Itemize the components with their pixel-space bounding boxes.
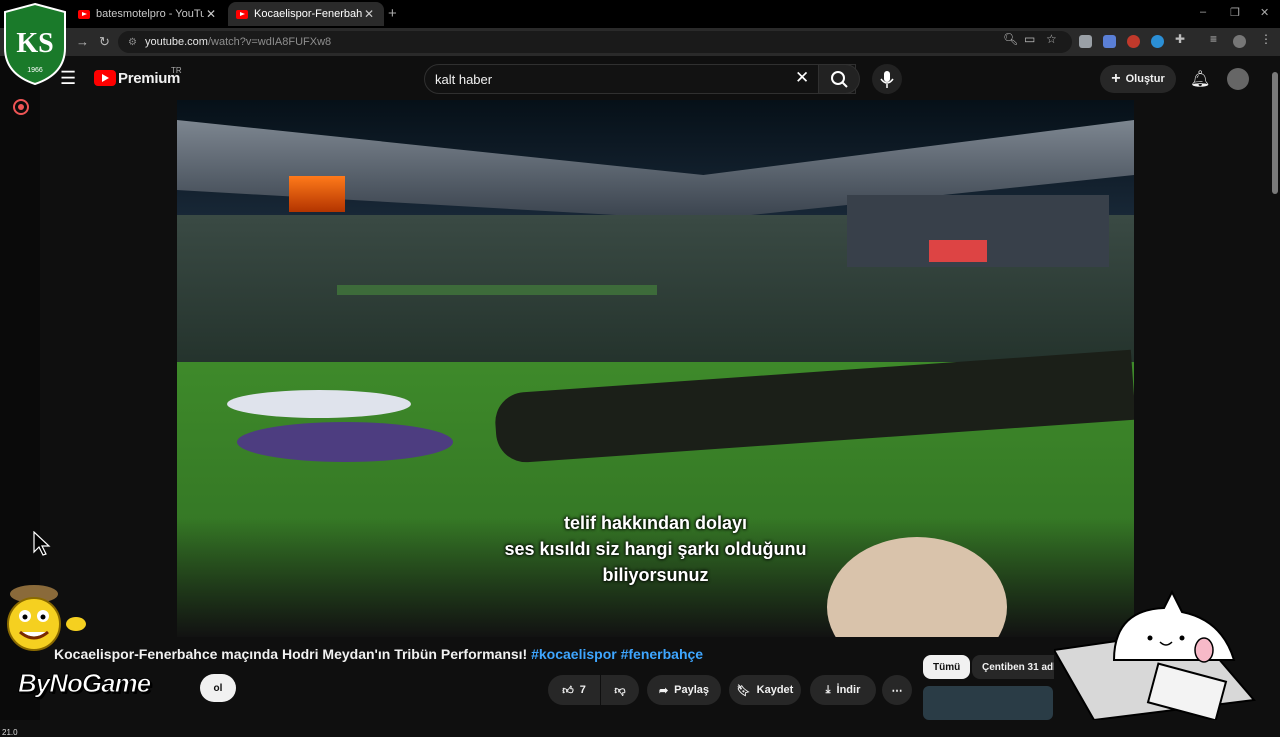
plus-icon: + — [1111, 70, 1121, 87]
hashtag-link[interactable]: #fenerbahçe — [621, 646, 703, 662]
forward-icon[interactable]: → — [76, 34, 89, 49]
video-frame-screen-flag — [289, 176, 345, 212]
microphone-icon — [880, 71, 894, 88]
recommended-video-thumbnail[interactable] — [923, 686, 1053, 720]
puzzle-extensions-icon[interactable]: ✚ — [1175, 32, 1185, 46]
tab-batesmotelpro[interactable]: batesmotelpro - YouTube ✕ — [70, 2, 226, 26]
rail-number: 21.0 — [2, 728, 18, 737]
download-label: İndir — [836, 684, 861, 696]
profile-avatar-icon[interactable] — [1233, 35, 1246, 48]
extension-icon[interactable] — [1103, 35, 1116, 48]
video-title-text: Kocaelispor-Fenerbahce maçında Hodri Mey… — [54, 646, 528, 662]
subtitle-line: biliyorsunuz — [602, 565, 709, 585]
thumbs-down-icon: 👎︎ — [614, 684, 626, 697]
download-icon: ⤓ — [825, 683, 831, 696]
reload-icon[interactable]: ↻ — [99, 34, 110, 50]
cast-icon[interactable]: ▭ — [1024, 32, 1035, 46]
scrollbar-thumb[interactable] — [1272, 72, 1278, 194]
search-query: kalt haber — [435, 71, 493, 87]
video-frame-pitch-graphic — [237, 422, 453, 462]
search-icon — [831, 71, 848, 88]
subscribe-label: ol — [213, 682, 223, 694]
youtube-masthead: ☰ Premium TR kalt haber ✕ + Oluştur 🔔︎ — [40, 56, 1280, 100]
create-label: Oluştur — [1125, 73, 1165, 85]
mascot-sticker-icon — [7, 585, 86, 651]
bongo-cat-overlay-icon — [1054, 590, 1256, 720]
search-input[interactable]: kalt haber — [424, 64, 856, 94]
account-avatar[interactable] — [1227, 68, 1249, 90]
tab-kocaelispor-video[interactable]: Kocaelispor-Fenerbahçe maçında ✕ — [228, 2, 384, 26]
shield-extension-icon[interactable] — [1079, 35, 1092, 48]
like-button[interactable]: 👍︎ 7 — [548, 675, 600, 705]
subtitle-line: telif hakkından dolayı — [563, 513, 748, 533]
youtube-favicon-icon — [78, 9, 90, 19]
chip-all[interactable]: Tümü — [923, 655, 971, 679]
bookmark-star-icon[interactable]: ☆ — [1046, 32, 1057, 46]
address-bar[interactable]: ⚙ youtube.com /watch?v=wdIA8FUFXw8 — [118, 31, 1072, 53]
youtube-favicon-icon — [236, 9, 248, 19]
more-icon: ⋯ — [891, 684, 903, 697]
subtitle-line: ses kısıldı siz hangi şarkı olduğunu — [504, 539, 807, 559]
tab-title: batesmotelpro - YouTube — [96, 8, 204, 20]
like-count: 7 — [579, 684, 586, 696]
voice-search-button[interactable] — [872, 64, 902, 94]
close-window-button[interactable]: ✕ — [1260, 6, 1269, 19]
bynogame-watermark: ByNoGame — [17, 668, 151, 699]
zoom-icon[interactable]: 🔍︎ — [1003, 32, 1018, 46]
save-button[interactable]: 🔖︎ Kaydet — [729, 675, 801, 705]
chrome-menu-icon[interactable]: ⋮ — [1260, 32, 1272, 46]
minimize-button[interactable]: – — [1200, 6, 1206, 18]
download-button[interactable]: ⤓ İndir — [810, 675, 876, 705]
share-label: Paylaş — [674, 684, 710, 696]
save-label: Kaydet — [756, 684, 794, 696]
browser-toolbar: → ↻ ⚙ youtube.com /watch?v=wdIA8FUFXw8 🔍… — [0, 28, 1280, 56]
notifications-bell-icon[interactable]: 🔔︎ — [1190, 69, 1210, 89]
thumbs-up-icon: 👍︎ — [562, 684, 574, 697]
share-icon: ➦ — [658, 684, 669, 697]
share-button[interactable]: ➦ Paylaş — [647, 675, 721, 705]
mouse-cursor-icon — [33, 531, 51, 556]
video-frame-flag — [929, 240, 987, 262]
close-tab-icon[interactable]: ✕ — [204, 7, 218, 21]
video-subtitles: telif hakkından dolayı ses kısıldı siz h… — [177, 510, 1134, 588]
video-player[interactable]: telif hakkından dolayı ses kısıldı siz h… — [177, 100, 1134, 637]
url-path: /watch?v=wdIA8FUFXw8 — [207, 36, 332, 48]
dislike-button[interactable]: 👎︎ — [601, 675, 639, 705]
create-button[interactable]: + Oluştur — [1100, 65, 1176, 93]
site-info-icon[interactable]: ⚙ — [128, 37, 137, 48]
chip-channel[interactable]: Çentiben 31 adl — [972, 655, 1054, 679]
video-frame-banner — [337, 285, 657, 295]
bookmark-icon: 🔖︎ — [736, 684, 751, 697]
chip-label: Tümü — [933, 661, 961, 673]
region-code: TR — [171, 66, 182, 75]
hashtag-link[interactable]: #kocaelispor — [531, 646, 617, 662]
browser-tab-strip: batesmotelpro - YouTube ✕ Kocaelispor-Fe… — [0, 0, 1280, 28]
search-button[interactable] — [818, 64, 860, 94]
youtube-logo-icon[interactable] — [94, 70, 116, 86]
new-tab-button[interactable]: + — [388, 5, 397, 22]
close-tab-icon[interactable]: ✕ — [362, 7, 376, 21]
extension-icon[interactable] — [1151, 35, 1164, 48]
badge-year: 1966 — [27, 67, 43, 74]
record-icon[interactable] — [12, 98, 30, 116]
kocaelispor-badge-icon: KS 1966 — [4, 2, 66, 86]
video-title: Kocaelispor-Fenerbahce maçında Hodri Mey… — [54, 646, 703, 662]
video-frame-center-graphic — [227, 390, 411, 418]
media-controls-icon[interactable]: ≡ — [1210, 32, 1217, 46]
subscribe-button[interactable]: ol — [200, 674, 236, 702]
tab-title: Kocaelispor-Fenerbahçe maçında — [254, 8, 362, 20]
chip-label: Çentiben 31 adl — [982, 661, 1054, 673]
maximize-button[interactable]: ❐ — [1230, 6, 1240, 19]
url-host: youtube.com — [144, 36, 208, 48]
extension-icon[interactable] — [1127, 35, 1140, 48]
badge-letters: KS — [16, 28, 53, 59]
clear-search-icon[interactable]: ✕ — [795, 68, 809, 88]
more-actions-button[interactable]: ⋯ — [882, 675, 912, 705]
